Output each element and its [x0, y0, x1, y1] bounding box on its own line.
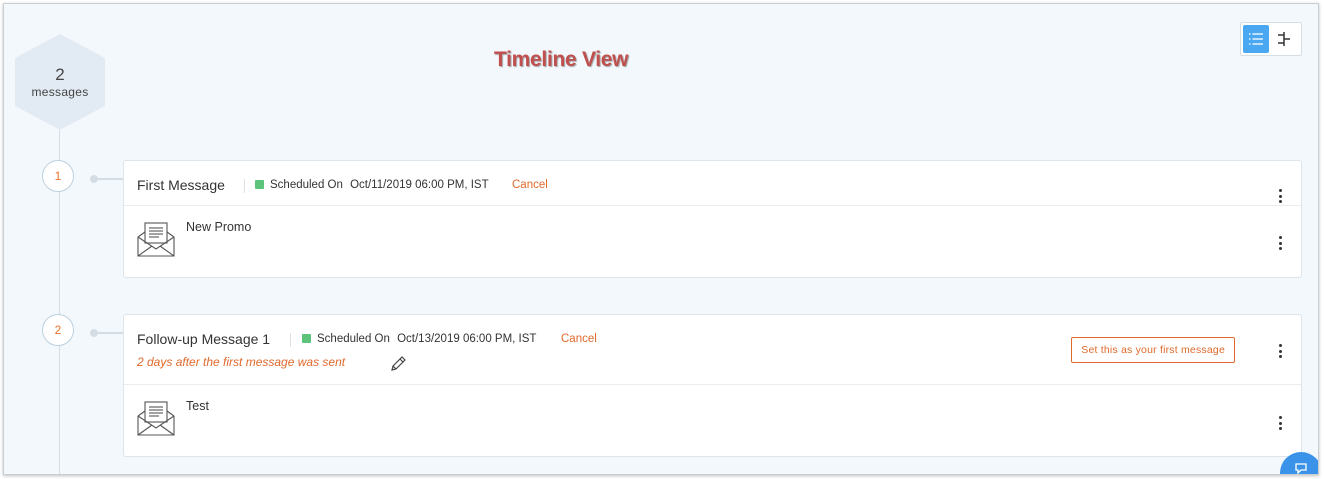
- message-card: First Message Scheduled On Oct/11/2019 0…: [123, 160, 1302, 278]
- list-view-icon: [1249, 33, 1263, 45]
- chat-icon: [1295, 463, 1307, 474]
- step-connector: [90, 329, 123, 337]
- status-text: Scheduled On Oct/11/2019 06:00 PM, IST: [270, 179, 489, 191]
- timeline-view-icon: [1278, 32, 1290, 46]
- set-first-message-button[interactable]: Set this as your first message: [1071, 337, 1235, 363]
- timeline-view-button[interactable]: [1269, 23, 1299, 55]
- view-toggle: [1240, 22, 1302, 56]
- divider: [290, 333, 291, 347]
- email-envelope-icon: [137, 222, 175, 257]
- message-card-body: New Promo: [124, 206, 1301, 278]
- more-options-icon[interactable]: [1277, 416, 1283, 430]
- more-options-icon[interactable]: [1277, 236, 1283, 250]
- page-title: Timeline View: [494, 48, 629, 71]
- edit-pencil-icon[interactable]: [389, 355, 407, 373]
- email-envelope-icon: [137, 401, 175, 436]
- message-count-hexagon: 2 messages: [15, 34, 105, 130]
- message-title: First Message: [137, 177, 225, 193]
- message-count: 2: [55, 65, 65, 84]
- status-indicator: [302, 334, 311, 343]
- status-label: Scheduled On: [270, 179, 343, 191]
- more-options-icon[interactable]: [1277, 344, 1283, 358]
- message-count-label: messages: [31, 85, 89, 99]
- scheduled-date: Oct/13/2019 06:00 PM, IST: [397, 333, 537, 345]
- content-name[interactable]: New Promo: [186, 220, 251, 234]
- list-view-button[interactable]: [1243, 25, 1269, 53]
- message-card-header: First Message Scheduled On Oct/11/2019 0…: [124, 161, 1301, 206]
- delay-text: 2 days after the first message was sent: [137, 355, 346, 369]
- more-options-icon[interactable]: [1277, 189, 1283, 203]
- message-title: Follow-up Message 1: [137, 331, 271, 347]
- divider: [244, 179, 245, 193]
- message-card: Follow-up Message 1 Scheduled On Oct/13/…: [123, 314, 1302, 457]
- app-frame: 2 messages Timeline View 1 First Message…: [3, 3, 1319, 475]
- message-card-body: Test: [124, 385, 1301, 457]
- step-connector: [90, 175, 123, 183]
- step-number: 2: [42, 314, 74, 346]
- message-card-header: Follow-up Message 1 Scheduled On Oct/13/…: [124, 315, 1301, 385]
- status-indicator: [255, 180, 264, 189]
- scheduled-date: Oct/11/2019 06:00 PM, IST: [350, 179, 489, 191]
- step-number: 1: [42, 160, 74, 192]
- status-label: Scheduled On: [317, 333, 390, 345]
- cancel-link[interactable]: Cancel: [561, 333, 597, 345]
- content-name[interactable]: Test: [186, 399, 209, 413]
- status-text: Scheduled On Oct/13/2019 06:00 PM, IST: [317, 333, 536, 345]
- cancel-link[interactable]: Cancel: [512, 179, 548, 191]
